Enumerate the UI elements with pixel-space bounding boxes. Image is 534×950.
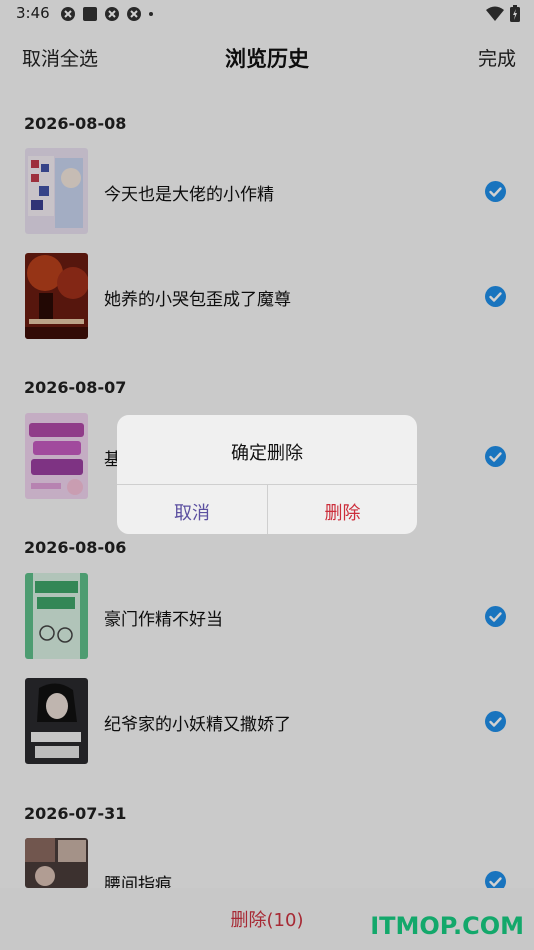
dialog-message: 确定删除 — [231, 443, 303, 464]
watermark-text: ITMOP.COM — [370, 912, 524, 940]
dialog-delete-button[interactable]: 删除 — [268, 499, 417, 525]
dialog-cancel-button[interactable]: 取消 — [117, 499, 267, 525]
confirm-delete-dialog: 确定删除 取消 删除 — [117, 415, 417, 534]
